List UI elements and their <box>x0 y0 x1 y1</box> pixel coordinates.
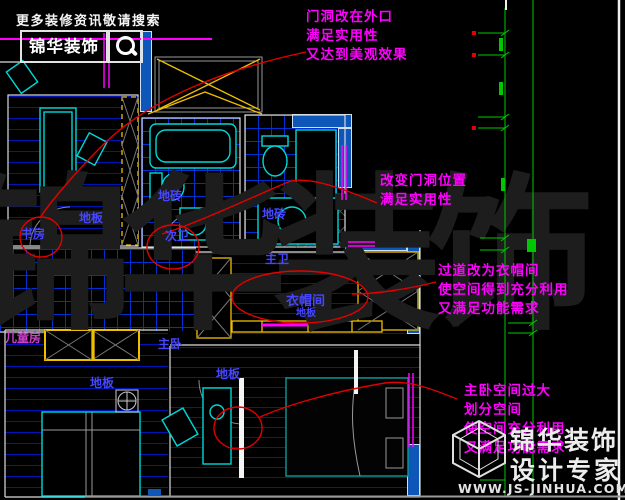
room-label-master-bedroom: 主卧 <box>158 335 182 352</box>
cad-floorplan-screenshot: 锦华装饰 <box>0 0 625 500</box>
annotation-line: 又达到美观效果 <box>306 46 408 65</box>
annotation-line: 主卧空间过大 <box>464 382 566 401</box>
annotation-line: 使空间得到充分利用 <box>438 281 569 300</box>
floor-label-wood: 地板 <box>79 209 103 226</box>
search-box <box>108 30 143 63</box>
brand-logo-box: 锦华装饰 <box>20 30 108 63</box>
red-leader-lines <box>20 52 457 449</box>
header-tagline: 更多装修资讯敬请搜索 <box>16 10 161 29</box>
floor-label-wood: 地板 <box>90 374 114 391</box>
annotation-door-opening: 门洞改在外口 满足实用性 又达到美观效果 <box>306 8 408 65</box>
room-label-second-bath: 次卫 <box>165 227 189 244</box>
annotation-cloakroom: 过道改为衣帽间 使空间得到充分利用 又满足功能需求 <box>438 262 569 319</box>
dimension-end-marks <box>472 31 476 130</box>
annotation-change-door-position: 改变门洞位置 满足实用性 <box>380 172 467 210</box>
magnifier-icon-handle <box>129 47 138 56</box>
room-label-kids-room: 儿童房 <box>5 329 41 346</box>
floor-label-wood: 地板 <box>216 365 240 382</box>
annotation-line: 门洞改在外口 <box>306 8 408 27</box>
annotation-line: 满足实用性 <box>380 191 467 210</box>
annotation-line: 过道改为衣帽间 <box>438 262 569 281</box>
floor-label-tile: 地砖 <box>158 187 182 204</box>
room-label-master-bath: 主卫 <box>265 250 289 267</box>
floor-label-wood: 地板 <box>296 304 316 319</box>
annotation-line: 满足实用性 <box>306 27 408 46</box>
floor-label-tile: 地砖 <box>262 205 286 222</box>
annotation-line: 改变门洞位置 <box>380 172 467 191</box>
cube-logo-icon <box>450 418 508 480</box>
annotation-line: 又满足功能需求 <box>438 300 569 319</box>
room-label-study: 书房 <box>21 225 45 242</box>
footer-logo: 锦华装饰 设计专家 WWW.JS-JINHUA.COM <box>450 418 625 500</box>
footer-website-text: WWW.JS-JINHUA.COM <box>458 481 625 496</box>
